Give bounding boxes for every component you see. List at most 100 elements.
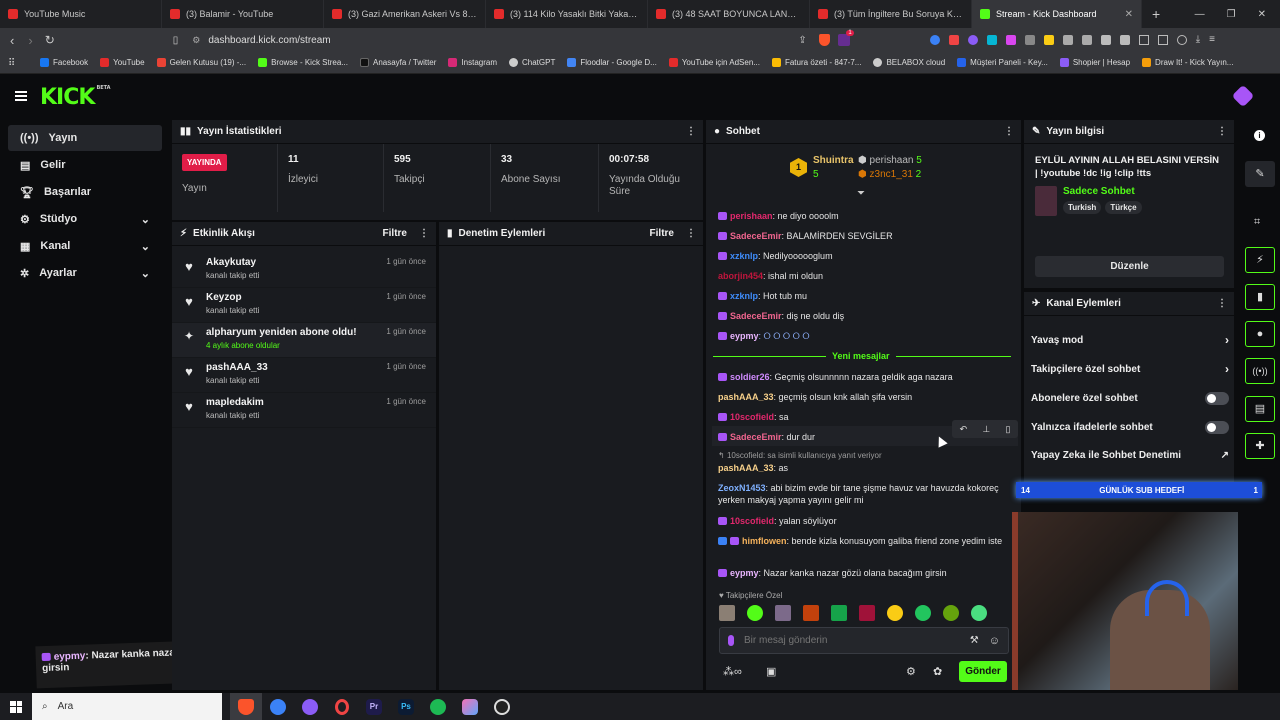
sidebar-item-gelir[interactable]: ▤ Gelir <box>8 152 162 178</box>
kick-logo[interactable]: KICK BETA <box>40 85 111 110</box>
bookmark-item[interactable]: Draw It! - Kick Yayın... <box>1136 58 1239 67</box>
browser-tab[interactable]: (3) 48 SAAT BOYUNCA LANETLİ BİR Ç <box>648 0 810 28</box>
emote-icon[interactable] <box>915 605 931 621</box>
premiere-taskbar-icon[interactable]: Pr <box>358 693 390 720</box>
browser-tab[interactable]: YouTube Music <box>0 0 162 28</box>
bookmark-item[interactable]: Gelen Kutusu (19) -... <box>151 58 252 67</box>
layout-tool-icon[interactable]: ▤ <box>1245 396 1275 422</box>
reload-icon[interactable]: ↻ <box>45 33 55 47</box>
obs-taskbar-icon[interactable] <box>486 693 518 720</box>
user-avatar[interactable] <box>1231 84 1255 108</box>
crop-tool-icon[interactable]: ⌗ <box>1254 216 1260 229</box>
minimize-icon[interactable]: — <box>1195 9 1205 20</box>
wrench-tool-icon[interactable]: ✚ <box>1245 433 1275 459</box>
more-options-icon[interactable]: ⋮ <box>1217 126 1227 137</box>
bookmark-item[interactable]: Shopier | Hesap <box>1054 58 1136 67</box>
bookmark-item[interactable]: Müşteri Paneli - Key... <box>951 58 1054 67</box>
reply-icon[interactable]: ↶ <box>960 424 968 435</box>
site-info-icon[interactable]: ⚙ <box>192 35 200 46</box>
bookmark-item[interactable]: ChatGPT <box>503 58 561 67</box>
edit-button[interactable]: Düzenle <box>1035 256 1224 277</box>
brave-taskbar-icon[interactable] <box>230 693 262 720</box>
sidebar-item-basarilar[interactable]: 🏆︎ Başarılar <box>8 179 162 205</box>
chat-input-box[interactable]: ⚒ ☺ <box>719 627 1009 654</box>
info-icon[interactable]: i <box>1254 130 1265 141</box>
wallet-icon[interactable] <box>1157 35 1168 45</box>
category-link[interactable]: Sadece Sohbet <box>1063 186 1142 197</box>
browser-tab[interactable]: (3) Balamir - YouTube <box>162 0 324 28</box>
photos-taskbar-icon[interactable] <box>454 693 486 720</box>
back-icon[interactable]: ‹ <box>10 33 14 48</box>
bookmark-item[interactable]: Instagram <box>442 58 503 67</box>
browser-tab[interactable]: (3) Gazi Amerikan Askeri Vs 8 Polis - <box>324 0 486 28</box>
broadcast-tool-icon[interactable]: ((•)) <box>1245 358 1275 384</box>
sidebar-item-yayin[interactable]: ((•)) Yayın <box>8 125 162 151</box>
taskbar-search[interactable]: ⌕ Ara <box>32 693 222 720</box>
sidebar-item-kanal[interactable]: ▦ Kanal ⌄ <box>8 233 162 259</box>
more-options-icon[interactable]: ⋮ <box>686 126 696 137</box>
bot-icon[interactable]: ✿ <box>933 665 942 678</box>
bookmark-item[interactable]: YouTube <box>94 58 150 67</box>
sidebar-item-ayarlar[interactable]: ✲ Ayarlar ⌄ <box>8 260 162 286</box>
menu-icon[interactable]: ≡ <box>1209 35 1215 45</box>
extension-icon[interactable] <box>948 35 959 45</box>
points-icon[interactable]: ⁂∞ <box>723 665 742 678</box>
share-icon[interactable]: ⇪ <box>798 35 806 46</box>
extension-icon[interactable] <box>986 35 997 45</box>
close-tab-icon[interactable]: ✕ <box>1125 9 1133 20</box>
filter-button[interactable]: Filtre <box>383 228 407 239</box>
sidebar-icon[interactable] <box>1138 35 1149 45</box>
music-icon[interactable] <box>1119 35 1130 45</box>
bookmark-item[interactable]: Anasayfa / Twitter <box>354 58 442 67</box>
brave-shield-icon[interactable] <box>818 34 830 46</box>
chat-input[interactable] <box>744 635 960 646</box>
opera-taskbar-icon[interactable] <box>326 693 358 720</box>
hamburger-menu-icon[interactable] <box>15 91 27 101</box>
extension-icon[interactable] <box>1043 35 1054 45</box>
emote-icon[interactable] <box>971 605 987 621</box>
bookmark-item[interactable]: Floodlar - Google D... <box>561 58 662 67</box>
emote-icon[interactable] <box>803 605 819 621</box>
taskbar-app-icon[interactable] <box>262 693 294 720</box>
extension-icon[interactable] <box>1062 35 1073 45</box>
subscribers-only-toggle[interactable] <box>1205 392 1229 405</box>
emote-icon[interactable] <box>943 605 959 621</box>
followers-only-row[interactable]: Takipçilere özel sohbet › <box>1031 362 1229 376</box>
filter-button[interactable]: Filtre <box>650 228 674 239</box>
browser-tab[interactable]: (3) Tüm İngiltere Bu Soruya Kilitlend <box>810 0 972 28</box>
more-options-icon[interactable]: ⋮ <box>686 228 696 239</box>
emote-icon[interactable] <box>719 605 735 621</box>
vpn-icon[interactable] <box>1176 35 1187 45</box>
extension-icon[interactable] <box>1005 35 1016 45</box>
bookmark-item[interactable]: YouTube için AdSen... <box>663 58 766 67</box>
settings-icon[interactable]: ⚙ <box>906 665 916 678</box>
send-button[interactable]: Gönder <box>959 661 1007 682</box>
microphone-icon[interactable] <box>728 635 734 646</box>
emoji-icon[interactable]: ☺ <box>989 635 1000 647</box>
emote-icon[interactable] <box>747 605 763 621</box>
emote-only-toggle[interactable] <box>1205 421 1229 434</box>
spotify-taskbar-icon[interactable] <box>422 693 454 720</box>
bookmark-item[interactable]: Fatura özeti - 847-7... <box>766 58 867 67</box>
bookmark-item[interactable]: Browse - Kick Strea... <box>252 58 354 67</box>
url-field[interactable]: dashboard.kick.com/stream <box>208 35 798 46</box>
pin-icon[interactable]: ⊥ <box>982 424 990 435</box>
gift-icon[interactable]: ▣ <box>766 665 776 678</box>
more-options-icon[interactable]: ⋮ <box>419 228 429 239</box>
tag[interactable]: Turkish <box>1063 201 1102 214</box>
slow-mode-row[interactable]: Yavaş mod › <box>1031 333 1229 347</box>
bookmark-item[interactable]: Facebook <box>34 58 94 67</box>
more-options-icon[interactable]: ⋮ <box>1217 298 1227 309</box>
close-window-icon[interactable]: ✕ <box>1258 9 1266 20</box>
brave-rewards-icon[interactable]: 1 <box>837 30 854 46</box>
emote-icon[interactable] <box>887 605 903 621</box>
photoshop-taskbar-icon[interactable]: Ps <box>390 693 422 720</box>
bookmark-icon[interactable]: ▯ <box>173 35 179 46</box>
browser-tab[interactable]: (3) 114 Kilo Yasaklı Bitki Yakalandı | G <box>486 0 648 28</box>
bolt-tool-icon[interactable]: ⚡︎ <box>1245 247 1275 273</box>
expand-leaderboard-icon[interactable]: ⏷ <box>857 188 865 199</box>
forward-icon[interactable]: › <box>28 33 32 48</box>
ai-moderation-row[interactable]: Yapay Zeka ile Sohbet Denetimi ↗ <box>1031 450 1229 461</box>
document-tool-icon[interactable]: ▮ <box>1245 284 1275 310</box>
delete-icon[interactable]: ▯ <box>1005 424 1010 435</box>
